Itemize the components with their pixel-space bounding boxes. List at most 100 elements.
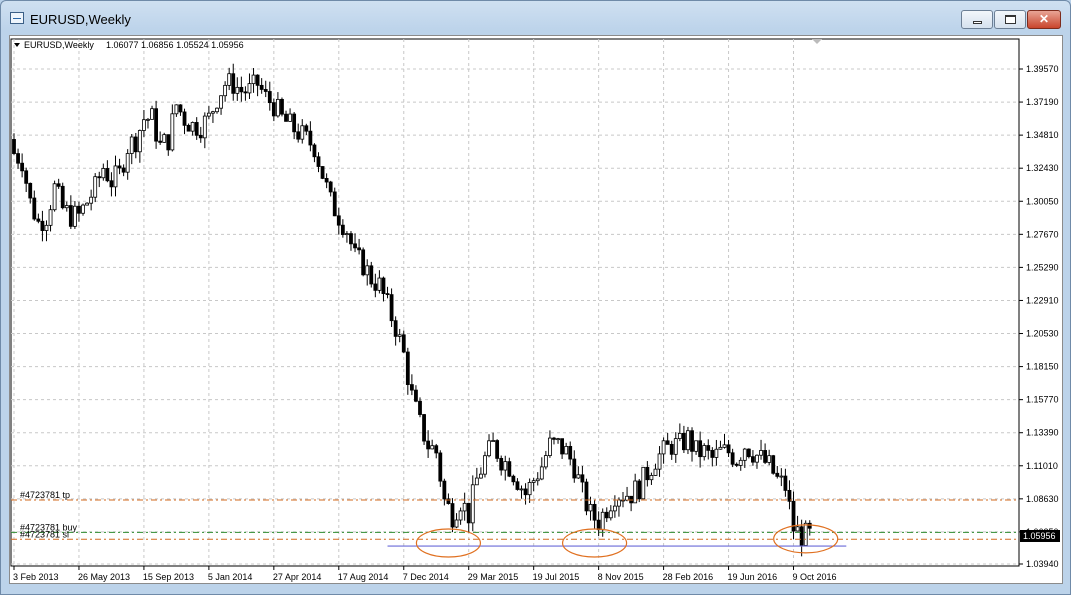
candle-body — [97, 176, 102, 179]
close-button[interactable]: ✕ — [1027, 10, 1061, 29]
price-chart[interactable]: 1.39570 1.37190 1.34810 1.32430 1.30050 1.276… — [10, 36, 1062, 583]
candle-body — [158, 140, 163, 143]
candle-body — [466, 502, 471, 524]
title-bar[interactable]: EURUSD,Weekly ✕ — [1, 1, 1070, 35]
candle-body — [137, 130, 142, 153]
candle-body — [365, 265, 370, 276]
y-tick-label: 1.39570 — [1026, 64, 1059, 74]
maximize-icon — [1005, 15, 1016, 24]
candle-body — [316, 156, 321, 167]
candle-body — [60, 185, 65, 209]
candle-body — [328, 181, 333, 193]
candle-body — [552, 437, 556, 440]
candle-body — [641, 466, 646, 500]
minimize-button[interactable] — [961, 10, 993, 29]
candle-body — [734, 463, 739, 466]
candle-body — [206, 112, 211, 117]
candle-body — [742, 448, 747, 461]
candle-body — [690, 430, 694, 452]
candle-body — [405, 351, 410, 385]
candle-body — [113, 165, 118, 188]
x-tick-label: 3 Feb 2013 — [13, 572, 59, 582]
chart-shift-icon[interactable] — [812, 39, 822, 44]
candle-body — [129, 136, 134, 154]
candle-body — [539, 466, 544, 480]
candle-body — [588, 503, 593, 512]
candle-body — [340, 224, 345, 235]
candle-body — [779, 475, 784, 478]
candle-body — [596, 519, 601, 531]
candle-body — [730, 452, 735, 465]
candle-body — [215, 107, 219, 113]
candle-body — [523, 488, 528, 496]
candle-body — [426, 440, 431, 450]
candle-body — [702, 445, 707, 458]
candle-body — [223, 84, 228, 97]
candle-body — [255, 74, 260, 86]
candle-body — [783, 475, 788, 491]
candle-body — [178, 104, 183, 113]
chart-menu-triangle-icon[interactable] — [14, 43, 20, 47]
y-tick-label: 1.18150 — [1026, 362, 1059, 372]
candle-body — [243, 91, 248, 94]
candle-body — [458, 510, 463, 521]
x-tick-label: 27 Apr 2014 — [273, 572, 322, 582]
candle-body — [353, 243, 357, 249]
candle-body — [637, 480, 642, 500]
candle-body — [682, 432, 686, 451]
last-price-label: 1.05956 — [1023, 531, 1056, 541]
candle-body — [393, 320, 398, 337]
candle-body — [308, 130, 313, 146]
candle-body — [154, 108, 159, 142]
candle-body — [117, 165, 122, 169]
candle-body — [714, 448, 719, 458]
x-tick-label: 19 Jul 2015 — [533, 572, 580, 582]
highlight-ellipse[interactable] — [415, 528, 482, 558]
candle-body — [202, 115, 207, 139]
candle-body — [361, 249, 366, 276]
candle-body — [503, 461, 508, 471]
chart-window-icon — [10, 12, 24, 24]
x-tick-label: 15 Sep 2013 — [143, 572, 194, 582]
x-tick-label: 29 Mar 2015 — [468, 572, 519, 582]
candle-body — [600, 511, 605, 531]
chart-symbol-label: EURUSD,Weekly — [24, 40, 94, 50]
candle-body — [20, 162, 25, 172]
close-icon: ✕ — [1038, 12, 1050, 26]
y-tick-label: 1.08630 — [1026, 494, 1059, 504]
candle-body — [450, 503, 455, 528]
y-tick-label: 1.22910 — [1026, 295, 1059, 305]
candle-body — [336, 215, 341, 226]
candle-body — [409, 384, 414, 391]
candle-body — [499, 457, 504, 471]
candle-body — [718, 446, 723, 450]
candle-body — [612, 505, 617, 512]
candle-body — [661, 440, 666, 455]
candle-body — [511, 475, 516, 483]
candle-body — [442, 480, 447, 500]
candle-body — [288, 113, 292, 122]
candle-body — [170, 113, 175, 151]
candle-body — [401, 334, 406, 353]
candle-body — [44, 224, 49, 231]
candle-body — [763, 450, 767, 463]
candle-body — [369, 265, 374, 285]
candle-body — [507, 461, 512, 477]
highlight-ellipse[interactable] — [561, 528, 628, 558]
y-tick-label: 1.25290 — [1026, 262, 1059, 272]
candle-body — [438, 452, 443, 482]
candle-body — [227, 73, 232, 86]
candle-body — [677, 432, 682, 440]
candle-body — [377, 277, 382, 291]
window-title: EURUSD,Weekly — [30, 12, 131, 27]
candle-body — [101, 168, 106, 179]
chart-area[interactable]: 1.39570 1.37190 1.34810 1.32430 1.30050 1.276… — [9, 35, 1063, 584]
candle-body — [722, 444, 727, 448]
candle-body — [568, 446, 573, 460]
candle-body — [564, 446, 569, 455]
candle-body — [73, 205, 77, 227]
candle-body — [487, 440, 491, 457]
maximize-button[interactable] — [994, 10, 1026, 29]
candle-body — [422, 414, 426, 442]
candle-body — [332, 191, 337, 217]
